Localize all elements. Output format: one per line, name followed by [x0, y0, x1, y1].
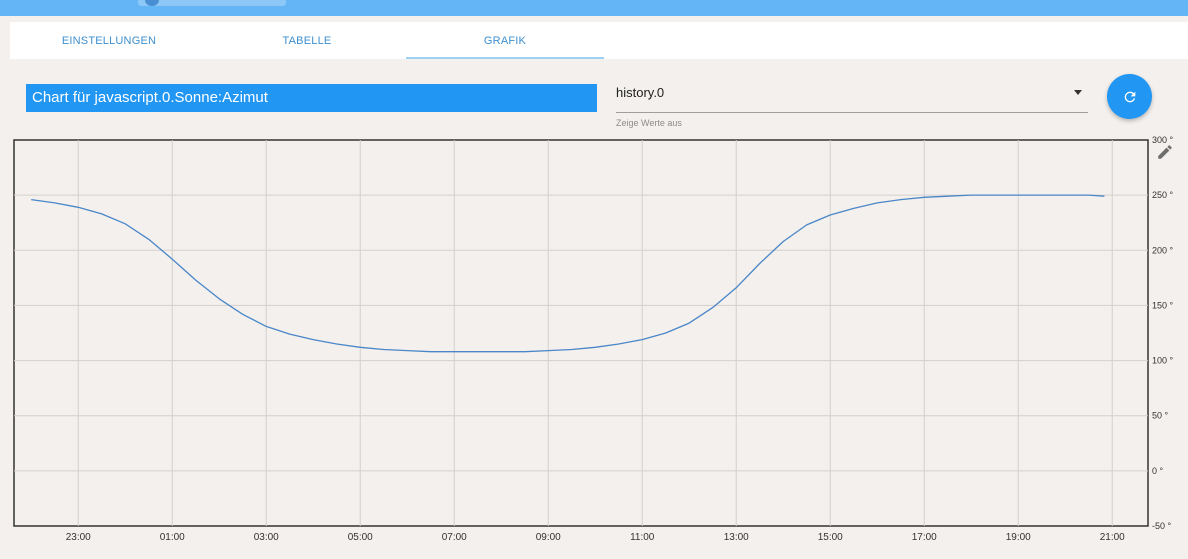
x-tick-label: 17:00	[912, 532, 937, 543]
history-select-helper-text: Zeige Werte aus	[616, 118, 682, 128]
x-tick-label: 05:00	[348, 532, 373, 543]
chart-title-input[interactable]: Chart für javascript.0.Sonne:Azimut	[26, 84, 597, 112]
top-bar-search-pill[interactable]	[138, 0, 286, 6]
x-tick-label: 21:00	[1100, 532, 1125, 543]
refresh-button[interactable]	[1107, 74, 1152, 119]
azimuth-chart: 23:00 01:00 03:00 05:00 07:00 09:00 11:00 13:00…	[0, 135, 1188, 554]
azimuth-series-line	[31, 194, 1105, 353]
top-app-bar	[0, 0, 1188, 16]
history-select-value: history.0	[616, 85, 665, 100]
x-tick-label: 01:00	[160, 532, 185, 543]
tab-bar: EINSTELLUNGEN TABELLE GRAFIK	[10, 22, 1188, 59]
history-instance-select[interactable]: history.0	[616, 78, 1088, 113]
tab-einstellungen[interactable]: EINSTELLUNGEN	[10, 22, 208, 59]
x-tick-label: 19:00	[1006, 532, 1031, 543]
y-tick-label: 50 °	[1152, 411, 1169, 421]
x-tick-label: 23:00	[66, 532, 91, 543]
y-tick-label: 250 °	[1152, 190, 1174, 200]
active-tab-indicator	[406, 57, 604, 59]
chevron-down-icon[interactable]	[1074, 90, 1082, 95]
x-tick-label: 07:00	[442, 532, 467, 543]
y-tick-label: 200 °	[1152, 245, 1174, 255]
chart-svg: 23:00 01:00 03:00 05:00 07:00 09:00 11:00 13:00…	[13, 135, 1174, 543]
x-tick-label: 13:00	[724, 532, 749, 543]
x-tick-label: 03:00	[254, 532, 279, 543]
plot-frame	[13, 139, 1149, 527]
x-tick-label: 09:00	[536, 532, 561, 543]
x-tick-label: 11:00	[630, 532, 655, 543]
pencil-icon	[1158, 145, 1172, 159]
y-tick-label: -50 °	[1152, 521, 1172, 531]
y-tick-label: 150 °	[1152, 300, 1174, 310]
edit-chart-button[interactable]	[1156, 143, 1174, 161]
tab-tabelle[interactable]: TABELLE	[208, 22, 406, 59]
y-tick-label: 0 °	[1152, 466, 1164, 476]
y-tick-label: 100 °	[1152, 356, 1174, 366]
tab-grafik[interactable]: GRAFIK	[406, 22, 604, 59]
refresh-icon	[1124, 91, 1135, 102]
x-tick-label: 15:00	[818, 532, 843, 543]
